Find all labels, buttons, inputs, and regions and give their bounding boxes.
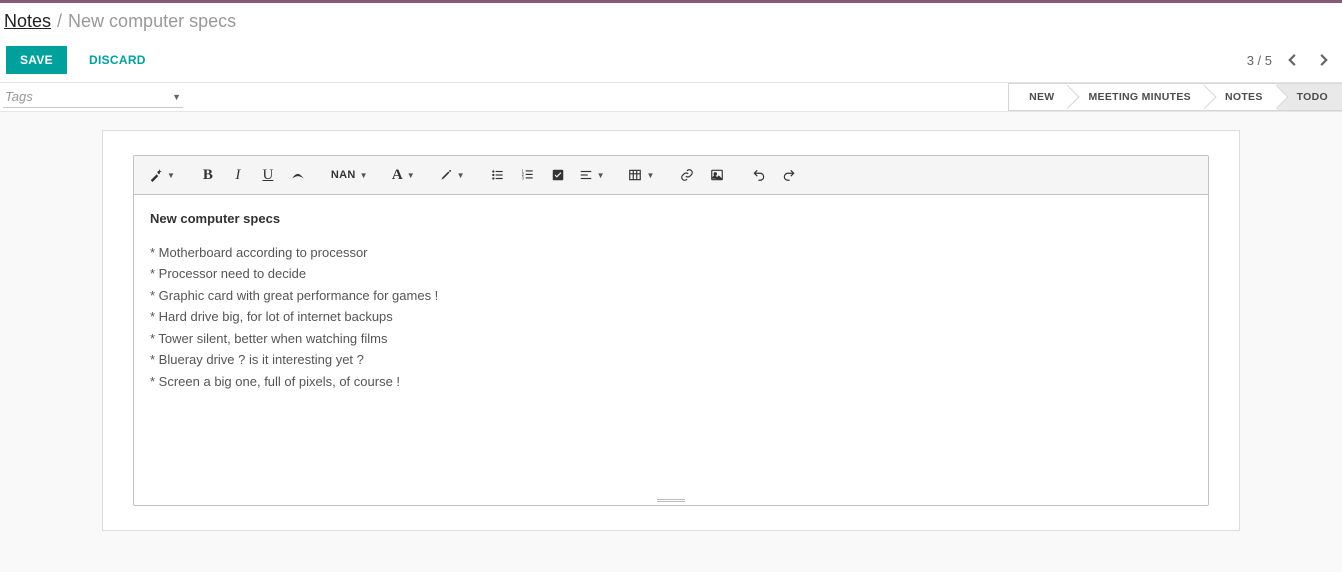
pager: 3 / 5 — [1247, 48, 1336, 72]
font-size-label: NAN — [331, 169, 356, 181]
note-title[interactable]: New computer specs — [150, 209, 1192, 229]
editor-resize-handle[interactable] — [134, 495, 1208, 505]
note-line[interactable]: * Tower silent, better when watching fil… — [150, 329, 1192, 349]
checklist-icon[interactable] — [544, 162, 572, 188]
stage-new[interactable]: NEW — [1008, 83, 1068, 111]
pager-next[interactable] — [1312, 48, 1336, 72]
editor: ▼ B I U NAN ▼ A ▼ — [133, 155, 1209, 506]
italic-button[interactable]: I — [224, 162, 252, 188]
note-line[interactable]: * Hard drive big, for lot of internet ba… — [150, 307, 1192, 327]
remove-format-icon[interactable] — [284, 162, 312, 188]
image-icon[interactable] — [703, 162, 731, 188]
unordered-list-icon[interactable] — [484, 162, 512, 188]
grip-icon — [657, 499, 685, 502]
font-size-button[interactable]: NAN ▼ — [326, 162, 373, 188]
note-line[interactable]: * Screen a big one, full of pixels, of c… — [150, 372, 1192, 392]
bold-button[interactable]: B — [194, 162, 222, 188]
breadcrumb-current: New computer specs — [68, 11, 236, 32]
editor-toolbar: ▼ B I U NAN ▼ A ▼ — [134, 156, 1208, 195]
stages: NEW MEETING MINUTES NOTES TODO — [1008, 83, 1342, 111]
font-color-button[interactable]: A ▼ — [387, 162, 420, 188]
stage-meeting-minutes[interactable]: MEETING MINUTES — [1068, 83, 1205, 111]
subbar: ▼ NEW MEETING MINUTES NOTES TODO — [0, 82, 1342, 112]
breadcrumb: Notes / New computer specs — [0, 3, 1342, 38]
breadcrumb-root[interactable]: Notes — [4, 11, 51, 32]
ordered-list-icon[interactable]: 123 — [514, 162, 542, 188]
save-button[interactable]: SAVE — [6, 46, 67, 74]
form-sheet: ▼ B I U NAN ▼ A ▼ — [102, 130, 1240, 531]
redo-icon[interactable] — [775, 162, 803, 188]
actions-row: SAVE DISCARD 3 / 5 — [0, 38, 1342, 82]
editor-body[interactable]: New computer specs * Motherboard accordi… — [134, 195, 1208, 495]
note-line[interactable]: * Processor need to decide — [150, 264, 1192, 284]
svg-text:3: 3 — [521, 176, 524, 181]
note-line[interactable]: * Motherboard according to processor — [150, 243, 1192, 263]
tags-input[interactable] — [3, 87, 183, 106]
pager-text: 3 / 5 — [1247, 53, 1272, 68]
underline-button[interactable]: U — [254, 162, 282, 188]
discard-button[interactable]: DISCARD — [75, 46, 160, 74]
align-button[interactable]: ▼ — [574, 162, 610, 188]
undo-icon[interactable] — [745, 162, 773, 188]
table-button[interactable]: ▼ — [623, 162, 659, 188]
link-icon[interactable] — [673, 162, 701, 188]
pager-prev[interactable] — [1280, 48, 1304, 72]
note-line[interactable]: * Graphic card with great performance fo… — [150, 286, 1192, 306]
tags-dropdown-icon[interactable]: ▼ — [172, 92, 181, 102]
magic-icon[interactable]: ▼ — [144, 162, 180, 188]
tags-field[interactable]: ▼ — [3, 86, 183, 108]
note-line[interactable]: * Blueray drive ? is it interesting yet … — [150, 350, 1192, 370]
breadcrumb-separator: / — [57, 11, 62, 32]
highlight-button[interactable]: ▼ — [434, 162, 470, 188]
form-area: ▼ B I U NAN ▼ A ▼ — [0, 112, 1342, 572]
